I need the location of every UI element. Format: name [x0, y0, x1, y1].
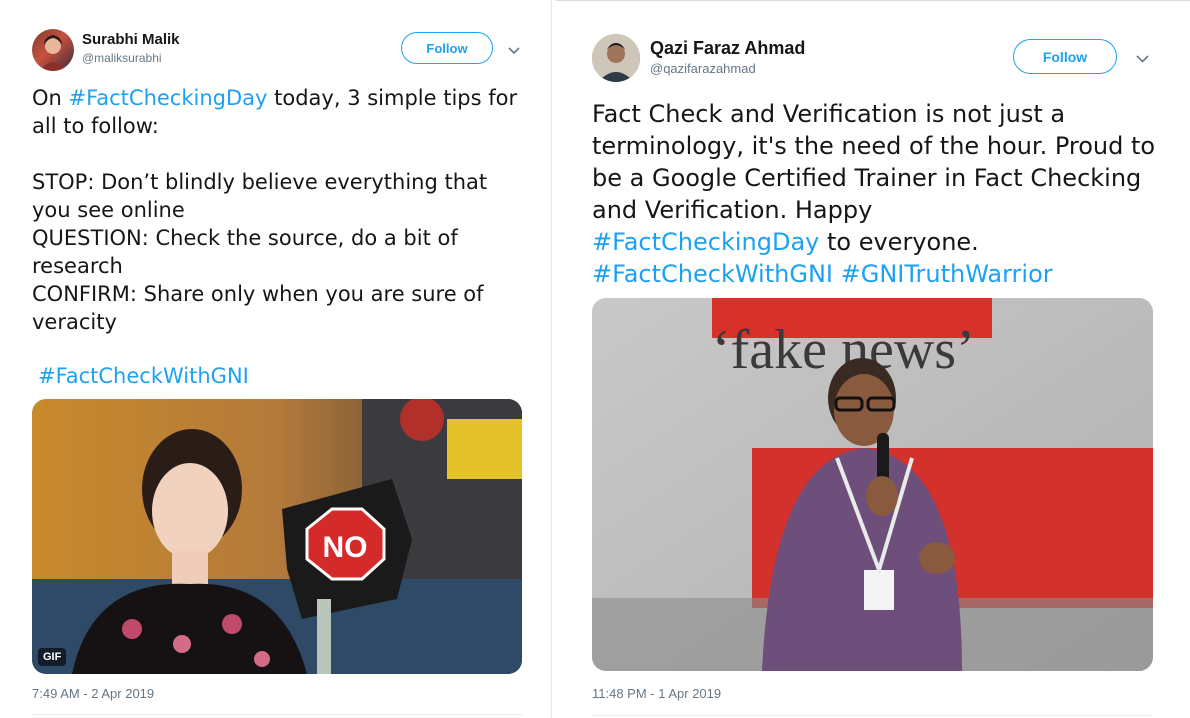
- tweet-text: Fact Check and Verification is not just …: [592, 98, 1177, 290]
- hashtag-link[interactable]: #FactCheckWithGNI: [592, 260, 833, 288]
- follow-button[interactable]: Follow: [401, 32, 493, 64]
- text-prefix: On: [32, 86, 69, 110]
- tweet-timestamp[interactable]: 11:48 PM - 1 Apr 2019: [592, 686, 721, 701]
- user-handle[interactable]: @qazifarazahmad: [650, 61, 756, 76]
- tweet-timestamp[interactable]: 7:49 AM - 2 Apr 2019: [32, 686, 154, 701]
- user-handle[interactable]: @maliksurabhi: [82, 51, 162, 65]
- text-body: Fact Check and Verification is not just …: [592, 100, 1156, 224]
- hashtag-link[interactable]: #FactCheckingDay: [69, 86, 268, 110]
- gif-media[interactable]: NO GIF: [32, 399, 522, 674]
- gif-badge: GIF: [38, 648, 67, 666]
- avatar[interactable]: [592, 34, 640, 82]
- photo-media[interactable]: ‘fake news’: [592, 298, 1153, 671]
- text-body: today, 3 simple tips for all to follow: …: [32, 86, 518, 334]
- tweet-card-surabhi: Surabhi Malik @maliksurabhi Follow On #F…: [0, 0, 548, 718]
- column-divider: [551, 0, 554, 718]
- tweet-card-qazi: Qazi Faraz Ahmad @qazifarazahmad Follow …: [556, 0, 1190, 718]
- sign-text: NO: [323, 531, 368, 564]
- hashtag-link[interactable]: #FactCheckWithGNI: [38, 364, 249, 388]
- divider: [32, 714, 522, 715]
- hashtag-link[interactable]: #GNITruthWarrior: [841, 260, 1053, 288]
- tweet-text: On #FactCheckingDay today, 3 simple tips…: [32, 84, 532, 336]
- follow-button[interactable]: Follow: [1013, 39, 1117, 74]
- text-body: to everyone.: [826, 228, 979, 256]
- user-name[interactable]: Qazi Faraz Ahmad: [650, 38, 805, 59]
- user-name[interactable]: Surabhi Malik: [82, 31, 180, 48]
- divider: [592, 715, 1153, 716]
- hashtag-link[interactable]: #FactCheckingDay: [592, 228, 819, 256]
- chevron-down-icon[interactable]: [508, 42, 520, 60]
- avatar[interactable]: [32, 29, 74, 71]
- chevron-down-icon[interactable]: [1136, 50, 1149, 68]
